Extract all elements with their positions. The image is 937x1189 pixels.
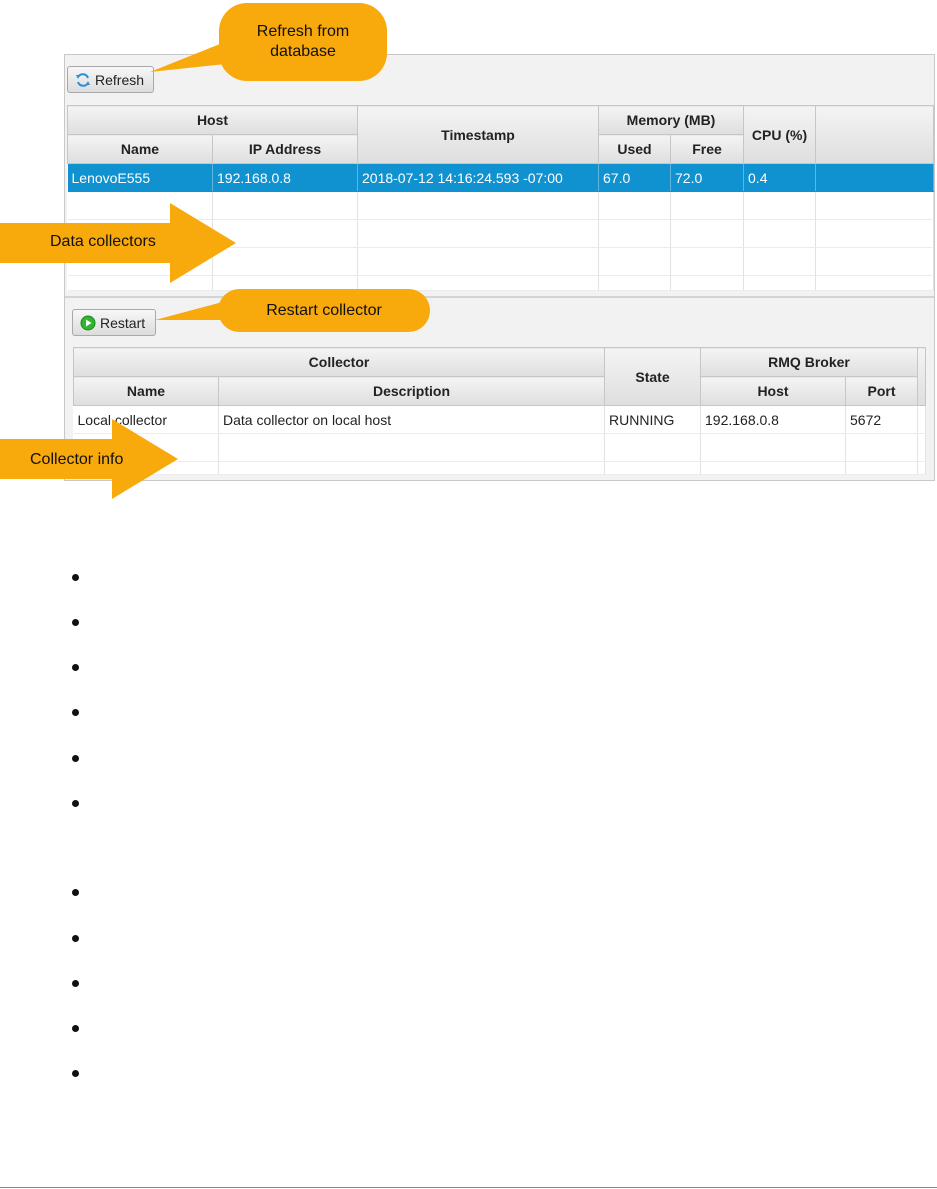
host-group-header[interactable]: Host: [67, 105, 358, 135]
broker-port-header[interactable]: Port: [845, 376, 918, 406]
list-bullet: [72, 1070, 79, 1077]
filler-header: [815, 105, 935, 164]
cpu-header[interactable]: CPU (%): [743, 105, 817, 164]
broker-host-cell: 192.168.0.8: [700, 405, 846, 434]
restart-callout: Restart collector: [218, 289, 430, 332]
timestamp-cell: 2018-07-12 14:16:24.593 -07:00: [357, 163, 599, 192]
memory-free-header[interactable]: Free: [669, 134, 745, 164]
callout-pointer: [150, 42, 225, 72]
list-bullet: [72, 619, 79, 626]
page-divider: [0, 1187, 937, 1188]
host-name-cell: LenovoE555: [67, 163, 213, 192]
refresh-label: Refresh: [95, 71, 145, 88]
list-bullet: [72, 709, 79, 716]
broker-host-header[interactable]: Host: [700, 376, 846, 406]
list-bullet: [72, 980, 79, 987]
description-header[interactable]: Description: [218, 376, 605, 406]
list-bullet: [72, 935, 79, 942]
used-cell: 67.0: [598, 163, 671, 192]
broker-port-cell: 5672: [845, 405, 918, 434]
collectors-table: Collector State RMQ Broker Name Descript…: [73, 347, 926, 475]
refresh-callout-text: Refresh from database: [256, 23, 350, 60]
table-row[interactable]: LenovoE555 192.168.0.8 2018-07-12 14:16:…: [67, 163, 935, 192]
empty-row: [73, 461, 926, 475]
filler-header: [917, 347, 926, 406]
ip-cell: 192.168.0.8: [212, 163, 358, 192]
play-icon: [80, 315, 96, 330]
free-cell: 72.0: [670, 163, 745, 192]
list-bullet: [72, 889, 79, 896]
memory-group-header[interactable]: Memory (MB): [597, 105, 745, 135]
ip-address-header[interactable]: IP Address: [212, 134, 358, 164]
memory-used-header[interactable]: Used: [598, 134, 671, 164]
filler-cell: [815, 163, 935, 192]
table-row[interactable]: Local collector Data collector on local …: [73, 405, 926, 434]
data-collectors-callout-text: Data collectors: [50, 233, 156, 250]
filler-cell: [917, 405, 926, 434]
list-bullet: [72, 755, 79, 762]
empty-row: [73, 433, 926, 462]
description-cell: Data collector on local host: [218, 405, 605, 434]
collector-info-callout-text: Collector info: [30, 451, 124, 468]
broker-group-header[interactable]: RMQ Broker: [700, 347, 918, 377]
restart-callout-text: Restart collector: [266, 301, 382, 319]
collector-group-header[interactable]: Collector: [73, 347, 605, 377]
refresh-icon: [76, 72, 90, 87]
restart-button[interactable]: Restart: [72, 309, 156, 336]
list-bullet: [72, 664, 79, 671]
cpu-cell: 0.4: [743, 163, 817, 192]
host-name-header[interactable]: Name: [67, 134, 213, 164]
restart-label: Restart: [100, 314, 146, 331]
refresh-callout: Refresh from database: [219, 3, 387, 81]
list-bullet: [72, 800, 79, 807]
timestamp-header[interactable]: Timestamp: [357, 105, 599, 164]
refresh-button[interactable]: Refresh: [67, 66, 154, 93]
list-bullet: [72, 1025, 79, 1032]
collector-name-header[interactable]: Name: [73, 376, 219, 406]
list-bullet: [72, 574, 79, 581]
state-cell: RUNNING: [604, 405, 701, 434]
state-header[interactable]: State: [604, 347, 701, 406]
